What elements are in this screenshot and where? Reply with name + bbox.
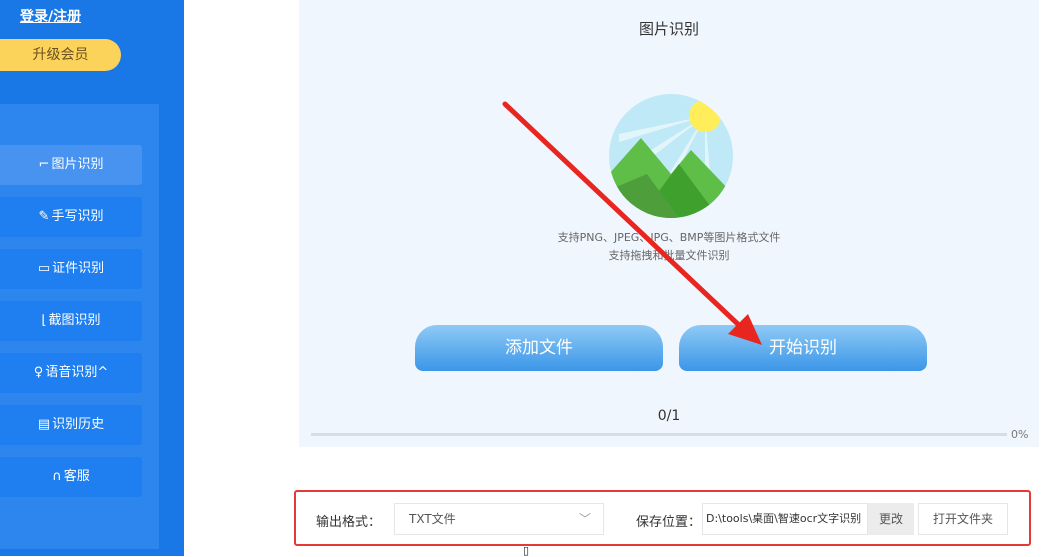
progress-count: 0/1 bbox=[657, 408, 681, 424]
output-settings-bar: 输出格式： TXT文件 ﹀ 保存位置： D:\tools\桌面\智速ocr文字识… bbox=[294, 490, 1031, 546]
login-register-link[interactable]: 登录/注册 bbox=[20, 6, 81, 26]
save-location-label: 保存位置： bbox=[636, 515, 702, 530]
sidebar-item-label: 客服 bbox=[63, 469, 90, 484]
sidebar-item-voice[interactable]: ♀ 语音识别^ bbox=[0, 353, 142, 393]
sidebar-item-id-card[interactable]: ▭ 证件识别 bbox=[0, 249, 142, 289]
page-title: 图片识别 bbox=[638, 20, 699, 38]
landscape-image-icon bbox=[609, 94, 733, 218]
pen-icon: ✎ bbox=[38, 209, 50, 224]
sidebar-item-customer-service[interactable]: ∩ 客服 bbox=[0, 457, 142, 497]
sidebar-item-label: 截图识别 bbox=[48, 313, 101, 328]
chevron-down-icon: ﹀ bbox=[578, 512, 591, 526]
change-path-button[interactable]: 更改 bbox=[868, 503, 914, 535]
output-format-select[interactable]: TXT文件 ﹀ bbox=[394, 503, 604, 535]
sidebar-item-label: 证件识别 bbox=[52, 261, 105, 276]
crop-icon: ⌊ bbox=[41, 313, 47, 328]
upgrade-vip-button[interactable]: 升级会员 bbox=[0, 39, 121, 71]
sidebar-item-handwriting[interactable]: ✎ 手写识别 bbox=[0, 197, 142, 237]
output-format-label: 输出格式： bbox=[316, 515, 382, 530]
open-folder-button[interactable]: 打开文件夹 bbox=[918, 503, 1008, 535]
sidebar-menu: ⌐ 图片识别 ✎ 手写识别 ▭ 证件识别 ⌊ 截图识别 ♀ 语音识别^ ▤ 识别历史 ∩ 客服 bbox=[0, 104, 159, 549]
sidebar-item-screenshot[interactable]: ⌊ 截图识别 bbox=[0, 301, 142, 341]
supported-formats-text: 支持PNG、JPEG、JPG、BMP等图片格式文件 bbox=[557, 231, 781, 244]
image-icon: ⌐ bbox=[38, 157, 50, 172]
save-path-field[interactable]: D:\tools\桌面\智速ocr文字识别 bbox=[702, 503, 868, 535]
output-format-value: TXT文件 bbox=[409, 512, 456, 526]
drag-batch-hint-text: 支持拖拽和批量文件识别 bbox=[608, 249, 730, 262]
sidebar-item-label: 语音识别^ bbox=[45, 365, 109, 380]
sidebar-item-label: 识别历史 bbox=[52, 417, 105, 432]
id-card-icon: ▭ bbox=[37, 261, 51, 276]
sidebar-item-history[interactable]: ▤ 识别历史 bbox=[0, 405, 142, 445]
sidebar-item-label: 手写识别 bbox=[51, 209, 104, 224]
sidebar: 登录/注册 升级会员 ⌐ 图片识别 ✎ 手写识别 ▭ 证件识别 ⌊ 截图识别 ♀ 语音识别… bbox=[0, 0, 184, 556]
sidebar-item-label: 图片识别 bbox=[51, 157, 104, 172]
microphone-icon: ♀ bbox=[33, 365, 44, 380]
history-icon: ▤ bbox=[37, 417, 51, 432]
progress-bar bbox=[311, 433, 1007, 436]
text-cursor-icon: ▯ bbox=[523, 544, 530, 557]
sidebar-item-image-recognition[interactable]: ⌐ 图片识别 bbox=[0, 145, 142, 185]
progress-percent: 0% bbox=[1011, 428, 1029, 441]
add-file-button[interactable]: 添加文件 bbox=[415, 325, 663, 371]
headset-icon: ∩ bbox=[52, 469, 62, 484]
start-recognition-button[interactable]: 开始识别 bbox=[679, 325, 927, 371]
upload-panel[interactable]: 图片识别 支持PNG、JPEG、JPG、BMP等图片格式文件 支持拖拽和批量文件… bbox=[299, 0, 1039, 447]
